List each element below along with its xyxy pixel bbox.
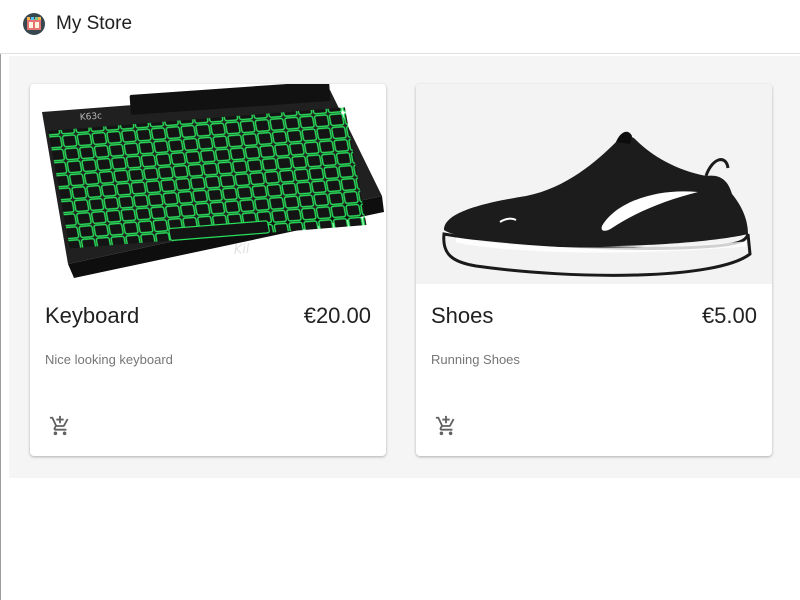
store-logo-icon: [23, 13, 45, 35]
product-card-shoes: Shoes €5.00 Running Shoes: [416, 84, 772, 456]
add-shopping-cart-icon: [49, 415, 69, 436]
add-to-cart-button[interactable]: [430, 410, 462, 442]
svg-text:K63c: K63c: [80, 111, 103, 123]
app-header: My Store: [0, 0, 800, 54]
keyboard-image: K63c Kil: [30, 84, 386, 284]
product-name: Keyboard: [45, 303, 140, 328]
product-card-keyboard: K63c Kil Keyboard €20.00 Nice looking ke…: [30, 84, 386, 456]
window-edge: [0, 0, 1, 600]
store-title: My Store: [56, 13, 133, 34]
shoe-image: [416, 84, 772, 284]
product-price: €20.00: [303, 303, 371, 328]
add-shopping-cart-icon: [435, 415, 455, 436]
product-description: Running Shoes: [431, 352, 520, 367]
product-price: €5.00: [701, 303, 757, 328]
product-list: K63c Kil Keyboard €20.00 Nice looking ke…: [9, 56, 800, 478]
product-name: Shoes: [431, 303, 494, 328]
svg-text:Kil: Kil: [233, 242, 250, 258]
product-description: Nice looking keyboard: [45, 352, 173, 367]
add-to-cart-button[interactable]: [44, 410, 76, 442]
